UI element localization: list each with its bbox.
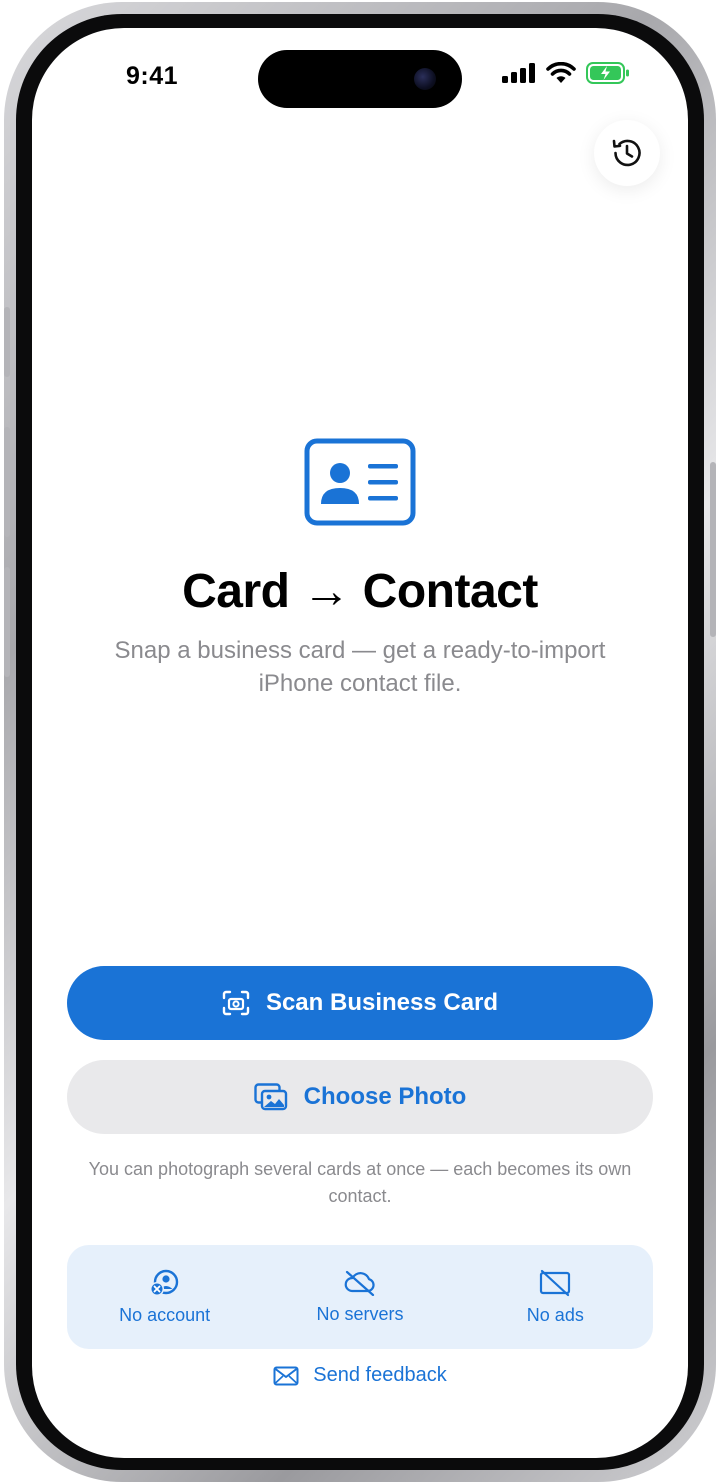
- scan-button-label: Scan Business Card: [265, 989, 499, 1016]
- volume-down-button: [4, 567, 10, 677]
- status-time: 9:41: [126, 62, 179, 90]
- photo-stack-icon: [253, 1083, 287, 1111]
- status-icons: [502, 62, 630, 84]
- wifi-icon: [546, 62, 576, 83]
- feature-label: No ads: [526, 1304, 584, 1325]
- contact-card-icon: [304, 438, 416, 526]
- feature-label: No servers: [316, 1303, 404, 1324]
- history-button[interactable]: [594, 120, 660, 186]
- rectangle-slash-icon: [540, 1269, 571, 1296]
- app-title: Card → Contact: [182, 565, 538, 618]
- feature-label: No account: [119, 1304, 211, 1325]
- cloud-slash-icon: [344, 1270, 375, 1296]
- feature-no-servers: No servers: [262, 1245, 457, 1349]
- scan-business-card-button[interactable]: Scan Business Card: [67, 966, 653, 1040]
- choose-photo-button[interactable]: Choose Photo: [67, 1060, 653, 1134]
- camera-viewfinder-icon: [222, 990, 250, 1016]
- choose-photo-label: Choose Photo: [303, 1083, 467, 1110]
- power-button: [710, 462, 716, 637]
- cellular-signal-icon: [502, 63, 535, 83]
- battery-charging-icon: [586, 62, 629, 84]
- feature-no-account: No account: [67, 1245, 262, 1349]
- person-x-icon: [149, 1269, 178, 1296]
- volume-up-button: [4, 427, 10, 537]
- feature-panel: No account No servers No ads: [67, 1245, 653, 1349]
- dynamic-island: [258, 50, 462, 108]
- send-feedback-link[interactable]: Send feedback: [32, 1364, 688, 1387]
- envelope-icon: [273, 1366, 299, 1385]
- app-subtitle: Snap a business card — get a ready-to-im…: [114, 637, 606, 697]
- multi-card-hint: You can photograph several cards at once…: [88, 1159, 632, 1206]
- front-camera: [414, 68, 436, 90]
- app-screen: 9:41 Card → Contact Snap a business card…: [32, 28, 688, 1458]
- action-button: [4, 307, 10, 377]
- history-clock-icon: [612, 139, 641, 167]
- send-feedback-label: Send feedback: [313, 1364, 447, 1386]
- feature-no-ads: No ads: [458, 1245, 653, 1349]
